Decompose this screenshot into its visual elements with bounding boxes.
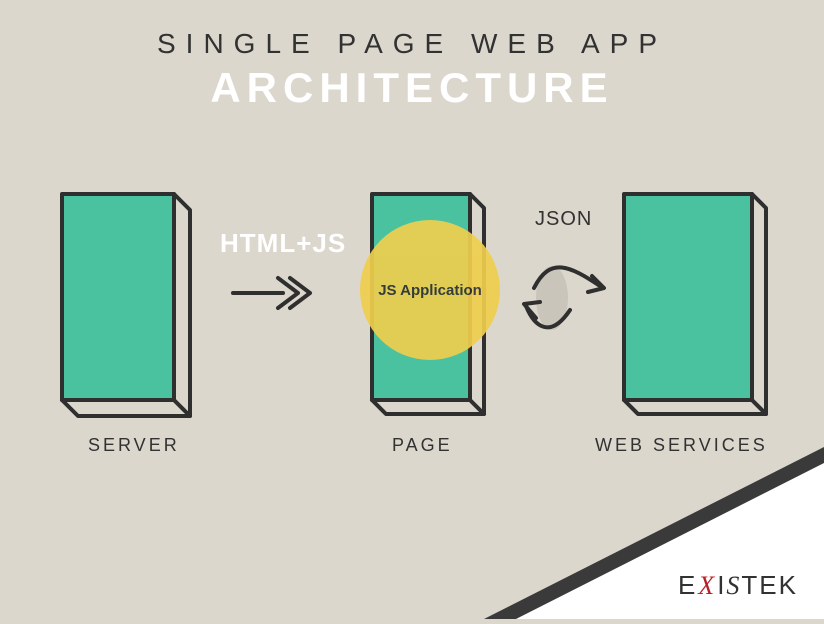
web-services-node xyxy=(618,190,773,425)
js-application-bubble: JS Application xyxy=(360,220,500,360)
brand-logo: EXISTEK xyxy=(678,570,798,601)
server-node xyxy=(56,190,196,425)
arrow-server-to-page-icon xyxy=(228,268,318,323)
arrow-label-json: JSON xyxy=(535,208,592,231)
brand-part5: TEK xyxy=(741,570,798,601)
server-caption: SERVER xyxy=(88,435,180,456)
arrow-label-html-js: HTML+JS xyxy=(220,228,346,259)
diagram-title-top: SINGLE PAGE WEB APP xyxy=(0,28,824,60)
brand-part1: E xyxy=(678,570,697,601)
brand-part2: X xyxy=(698,571,716,601)
js-application-label: JS Application xyxy=(378,282,482,299)
brand-part3: I xyxy=(717,570,726,601)
exchange-arrows-icon xyxy=(522,248,622,353)
diagram-title-bottom: ARCHITECTURE xyxy=(0,64,824,112)
brand-part4: S xyxy=(726,571,741,601)
